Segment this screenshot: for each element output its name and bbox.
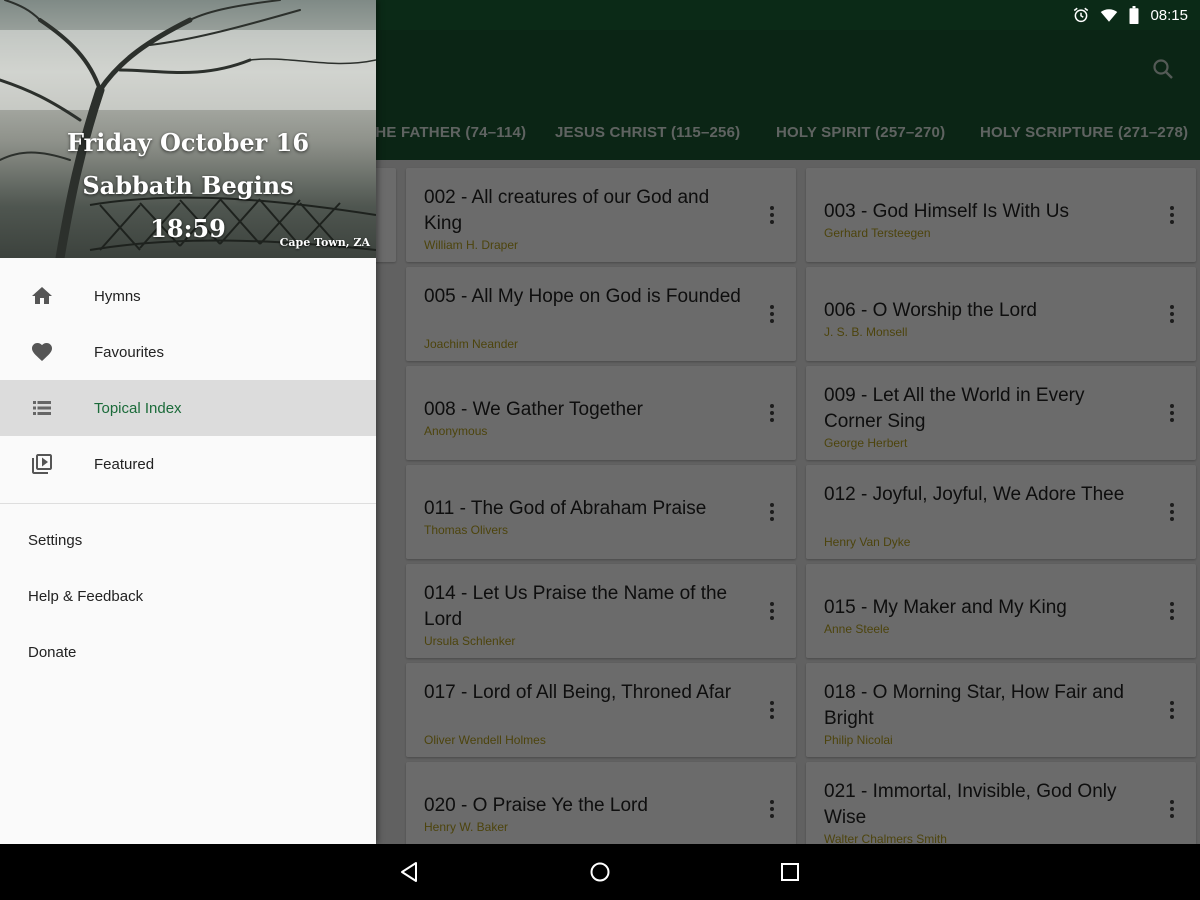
heart-icon bbox=[32, 343, 52, 361]
more-options-button[interactable] bbox=[762, 597, 782, 625]
more-options-button[interactable] bbox=[1162, 498, 1182, 526]
hymn-card[interactable]: 020 - O Praise Ye the Lord Henry W. Bake… bbox=[406, 762, 796, 844]
hymn-title: 008 - We Gather Together bbox=[424, 399, 643, 420]
tab-holy-spirit[interactable]: HOLY SPIRIT (257–270) bbox=[776, 118, 945, 160]
hymn-author: Joachim Neander bbox=[424, 337, 519, 351]
nav-item-topical-index[interactable]: Topical Index bbox=[0, 380, 376, 436]
hymn-card[interactable]: 006 - O Worship the Lord J. S. B. Monsel… bbox=[806, 267, 1196, 361]
hymn-card[interactable]: 008 - We Gather Together Anonymous bbox=[406, 366, 796, 460]
hymn-author: Walter Chalmers Smith bbox=[824, 832, 947, 844]
search-icon bbox=[1153, 59, 1173, 79]
hymn-author: George Herbert bbox=[824, 436, 908, 450]
hymn-card[interactable]: 005 - All My Hope on God is Founded Joac… bbox=[406, 267, 796, 361]
hymn-title: 015 - My Maker and My King bbox=[824, 597, 1067, 618]
hymn-title: 006 - O Worship the Lord bbox=[824, 300, 1037, 321]
nav-item-hymns[interactable]: Hymns bbox=[0, 268, 376, 324]
help-feedback-item[interactable]: Help & Feedback bbox=[0, 569, 376, 625]
drawer-header: Friday October 16 Sabbath Begins 18:59 C… bbox=[0, 0, 376, 258]
hymn-author: Gerhard Tersteegen bbox=[824, 226, 931, 240]
wifi-icon bbox=[1101, 9, 1118, 22]
back-icon[interactable] bbox=[398, 860, 422, 884]
search-button[interactable] bbox=[1148, 54, 1178, 84]
drawer-divider bbox=[0, 503, 376, 504]
more-options-button[interactable] bbox=[1162, 597, 1182, 625]
hymn-author: Ursula Schlenker bbox=[424, 634, 516, 648]
hymn-title: 003 - God Himself Is With Us bbox=[824, 201, 1069, 222]
header-event: Sabbath Begins bbox=[82, 171, 294, 200]
list-icon bbox=[33, 401, 51, 415]
home-icon bbox=[32, 287, 52, 304]
settings-item[interactable]: Settings bbox=[0, 513, 376, 569]
navigation-drawer: Friday October 16 Sabbath Begins 18:59 C… bbox=[0, 0, 376, 844]
hymn-author: Henry W. Baker bbox=[424, 820, 509, 834]
nav-item-label: Hymns bbox=[94, 287, 141, 305]
header-date: Friday October 16 bbox=[66, 128, 310, 157]
tab-the-father[interactable]: THE FATHER (74–114) bbox=[366, 118, 526, 160]
hymn-card[interactable]: 015 - My Maker and My King Anne Steele bbox=[806, 564, 1196, 658]
hymn-title: 021 - Immortal, Invisible, God Only Wise bbox=[824, 781, 1117, 828]
hymn-card[interactable]: 017 - Lord of All Being, Throned Afar Ol… bbox=[406, 663, 796, 757]
hymn-title: 011 - The God of Abraham Praise bbox=[424, 498, 707, 519]
more-options-button[interactable] bbox=[762, 300, 782, 328]
drawer-secondary: Settings Help & Feedback Donate bbox=[0, 513, 376, 681]
more-options-button[interactable] bbox=[762, 498, 782, 526]
system-nav-bar bbox=[0, 844, 1200, 900]
hymn-title: 012 - Joyful, Joyful, We Adore Thee bbox=[824, 484, 1125, 505]
header-location: Cape Town, ZA bbox=[279, 236, 370, 249]
more-options-button[interactable] bbox=[762, 696, 782, 724]
hymn-title: 014 - Let Us Praise the Name of the Lord bbox=[424, 583, 728, 630]
more-options-button[interactable] bbox=[762, 399, 782, 427]
hymn-author: Thomas Olivers bbox=[424, 523, 509, 537]
hymn-author: Anonymous bbox=[424, 424, 488, 438]
hymn-author: Philip Nicolai bbox=[824, 733, 893, 747]
hymn-card[interactable]: 014 - Let Us Praise the Name of the Lord… bbox=[406, 564, 796, 658]
more-options-button[interactable] bbox=[1162, 300, 1182, 328]
hymn-author: Anne Steele bbox=[824, 622, 890, 636]
home-circle-icon[interactable] bbox=[588, 860, 612, 884]
hymn-card[interactable]: 009 - Let All the World in Every Corner … bbox=[806, 366, 1196, 460]
hymn-title: 020 - O Praise Ye the Lord bbox=[424, 795, 648, 816]
hymn-author: J. S. B. Monsell bbox=[824, 325, 908, 339]
hymn-card[interactable]: 002 - All creatures of our God and King … bbox=[406, 168, 796, 262]
hymn-title: 017 - Lord of All Being, Throned Afar bbox=[424, 682, 732, 703]
status-time: 08:15 bbox=[1150, 6, 1188, 24]
alarm-icon bbox=[1074, 7, 1089, 23]
hymn-card[interactable]: 021 - Immortal, Invisible, God Only Wise… bbox=[806, 762, 1196, 844]
tab-jesus-christ[interactable]: JESUS CHRIST (115–256) bbox=[555, 118, 740, 160]
drawer-nav: Hymns Favourites Topical Index Featured bbox=[0, 268, 376, 492]
hymn-title: 002 - All creatures of our God and King bbox=[424, 187, 710, 234]
more-options-button[interactable] bbox=[1162, 795, 1182, 823]
nav-item-label: Topical Index bbox=[94, 399, 182, 417]
recents-icon[interactable] bbox=[778, 860, 802, 884]
play-library-icon bbox=[32, 454, 52, 474]
nav-item-featured[interactable]: Featured bbox=[0, 436, 376, 492]
more-options-button[interactable] bbox=[1162, 399, 1182, 427]
hymn-author: Oliver Wendell Holmes bbox=[424, 733, 546, 747]
hymn-card[interactable]: 003 - God Himself Is With Us Gerhard Ter… bbox=[806, 168, 1196, 262]
donate-item[interactable]: Donate bbox=[0, 625, 376, 681]
more-options-button[interactable] bbox=[762, 795, 782, 823]
nav-item-favourites[interactable]: Favourites bbox=[0, 324, 376, 380]
hymn-card[interactable]: 012 - Joyful, Joyful, We Adore Thee Henr… bbox=[806, 465, 1196, 559]
hymn-title: 018 - O Morning Star, How Fair and Brigh… bbox=[824, 682, 1124, 729]
more-options-button[interactable] bbox=[762, 201, 782, 229]
hymn-author: Henry Van Dyke bbox=[824, 535, 911, 549]
more-options-button[interactable] bbox=[1162, 201, 1182, 229]
hymn-card[interactable]: 011 - The God of Abraham Praise Thomas O… bbox=[406, 465, 796, 559]
nav-item-label: Favourites bbox=[94, 343, 165, 361]
nav-item-label: Featured bbox=[94, 455, 155, 473]
hymn-card[interactable]: 018 - O Morning Star, How Fair and Brigh… bbox=[806, 663, 1196, 757]
battery-icon bbox=[1129, 6, 1139, 24]
more-options-button[interactable] bbox=[1162, 696, 1182, 724]
hymn-title: 009 - Let All the World in Every Corner … bbox=[824, 385, 1085, 432]
hymn-author: William H. Draper bbox=[424, 238, 519, 252]
tab-holy-scripture[interactable]: HOLY SCRIPTURE (271–278) bbox=[980, 118, 1188, 160]
hymn-title: 005 - All My Hope on God is Founded bbox=[424, 286, 741, 307]
